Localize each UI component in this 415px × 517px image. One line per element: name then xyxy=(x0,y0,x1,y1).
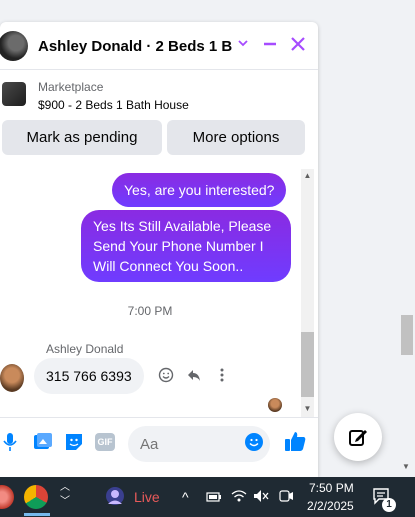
message-line: Yes Its Still Available, Please xyxy=(93,218,272,234)
gif-label: GIF xyxy=(95,433,115,451)
message-list: Yes, are you interested? Yes Its Still A… xyxy=(0,169,300,419)
message-line: Send Your Phone Number I xyxy=(93,238,264,254)
scroll-up-arrow[interactable]: ▲ xyxy=(301,171,314,180)
new-message-button[interactable] xyxy=(334,413,382,461)
minimize-icon[interactable] xyxy=(262,36,278,57)
contact-avatar[interactable] xyxy=(0,31,28,61)
chevron-down-icon[interactable] xyxy=(236,36,250,55)
tray-overflow-icon[interactable]: ^ xyxy=(182,489,189,505)
more-options-button[interactable]: More options xyxy=(167,120,305,155)
sender-name: Ashley Donald xyxy=(46,342,124,356)
mark-as-pending-button[interactable]: Mark as pending xyxy=(2,120,162,155)
gif-icon[interactable]: GIF xyxy=(95,433,115,451)
listing-thumbnail xyxy=(2,82,26,106)
emoji-icon[interactable] xyxy=(245,433,263,451)
close-icon[interactable] xyxy=(290,36,306,57)
compose-icon xyxy=(349,430,367,446)
chat-window: Ashley Donald · 2 Beds 1 B... Marketplac… xyxy=(0,22,318,477)
message-scrollbar-thumb[interactable] xyxy=(301,332,314,397)
page-scroll-down-arrow[interactable]: ▼ xyxy=(402,462,410,471)
live-label[interactable]: Live xyxy=(134,489,160,505)
listing-title: $900 - 2 Beds 1 Bath House xyxy=(38,98,189,112)
clock-time[interactable]: 7:50 PM xyxy=(309,481,354,495)
photo-icon[interactable] xyxy=(33,432,53,457)
taskbar: ︿ ﹀ Live ^ 7:50 PM 2/2/2025 1 xyxy=(0,477,415,517)
sticker-icon[interactable] xyxy=(64,432,84,457)
outgoing-message[interactable]: Yes, are you interested? xyxy=(112,173,287,207)
marketplace-banner[interactable]: Marketplace $900 - 2 Beds 1 Bath House xyxy=(0,70,318,120)
active-app-indicator xyxy=(24,513,50,516)
react-icon[interactable] xyxy=(158,367,174,388)
clock-date[interactable]: 2/2/2025 xyxy=(307,499,354,513)
marketplace-label: Marketplace xyxy=(38,80,104,94)
incoming-message[interactable]: 315 766 6393 xyxy=(34,358,144,394)
message-line: Will Connect You Soon.. xyxy=(93,258,244,274)
more-icon[interactable] xyxy=(214,367,230,388)
wifi-icon[interactable] xyxy=(231,489,247,506)
page-scrollbar[interactable] xyxy=(399,0,415,477)
taskbar-overflow-arrows[interactable]: ︿ ﹀ xyxy=(60,481,70,509)
thumbs-up-icon[interactable] xyxy=(284,430,306,458)
scroll-down-arrow[interactable]: ▼ xyxy=(301,404,314,413)
microphone-icon[interactable] xyxy=(3,432,17,457)
composer-bar: GIF xyxy=(0,417,318,477)
volume-muted-icon[interactable] xyxy=(253,489,269,506)
page-scrollbar-thumb[interactable] xyxy=(401,315,413,355)
meet-now-icon[interactable] xyxy=(278,489,294,506)
chat-title[interactable]: Ashley Donald · 2 Beds 1 B... xyxy=(38,38,233,55)
live-app-icon[interactable] xyxy=(104,485,126,507)
chat-header: Ashley Donald · 2 Beds 1 B... xyxy=(0,22,318,70)
battery-icon[interactable] xyxy=(206,490,222,506)
sender-avatar[interactable] xyxy=(0,364,24,392)
outgoing-message[interactable]: Yes Its Still Available, Please Send You… xyxy=(81,210,291,282)
message-timestamp: 7:00 PM xyxy=(127,304,173,318)
reply-icon[interactable] xyxy=(186,367,202,388)
chrome-icon[interactable] xyxy=(24,485,48,509)
seen-indicator-avatar xyxy=(268,398,282,412)
notification-count-badge: 1 xyxy=(382,498,396,512)
taskbar-app-icon[interactable] xyxy=(0,485,14,509)
